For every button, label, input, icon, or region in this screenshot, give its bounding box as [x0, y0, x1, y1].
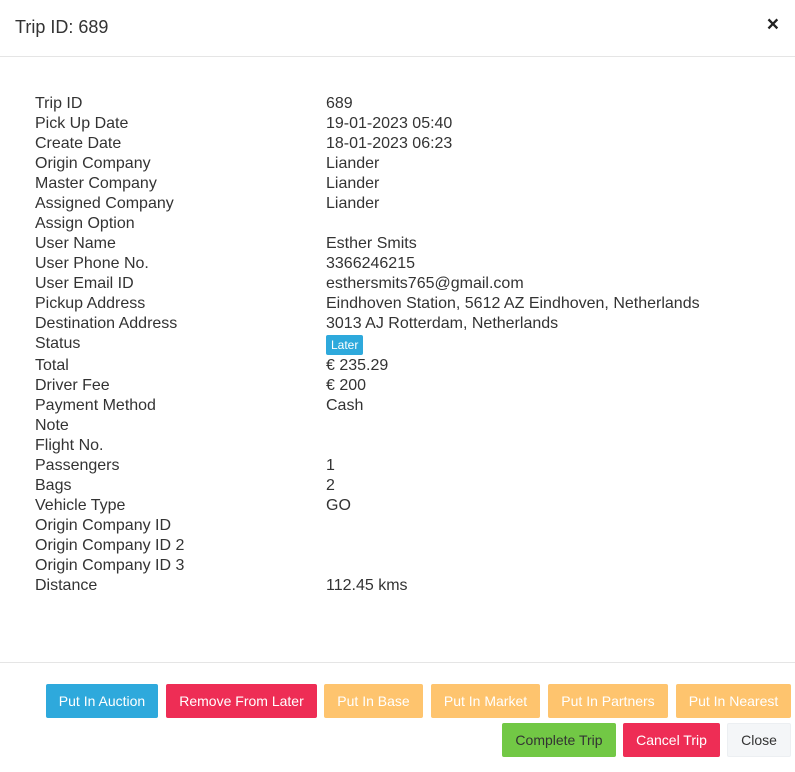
detail-label: Create Date [35, 135, 122, 152]
detail-value: 1 [326, 457, 335, 474]
detail-value: 19-01-2023 05:40 [326, 115, 453, 132]
detail-label: Passengers [35, 457, 120, 474]
detail-label: User Name [35, 235, 116, 252]
detail-value: € 235.29 [326, 357, 389, 374]
put-in-base-button[interactable]: Put In Base [324, 684, 423, 718]
complete-trip-button[interactable]: Complete Trip [502, 723, 616, 757]
detail-label: Note [35, 417, 69, 434]
detail-row-user-name: User Name Esther Smits [35, 234, 775, 254]
detail-row-pickup-address: Pickup Address Eindhoven Station, 5612 A… [35, 294, 775, 314]
remove-from-later-button[interactable]: Remove From Later [166, 684, 317, 718]
detail-label: Origin Company [35, 155, 151, 172]
detail-label: Flight No. [35, 437, 104, 454]
detail-label: Bags [35, 477, 72, 494]
detail-label: Origin Company ID [35, 517, 172, 534]
detail-label: Assign Option [35, 215, 135, 232]
detail-value: Eindhoven Station, 5612 AZ Eindhoven, Ne… [326, 295, 700, 312]
detail-row-vehicle-type: Vehicle Type GO [35, 496, 775, 516]
detail-value: 112.45 kms [326, 577, 408, 594]
detail-row-user-email: User Email ID esthersmits765@gmail.com [35, 274, 775, 294]
detail-label: Pick Up Date [35, 115, 129, 132]
detail-value: 3013 AJ Rotterdam, Netherlands [326, 315, 559, 332]
put-in-auction-button[interactable]: Put In Auction [46, 684, 158, 718]
detail-value: € 200 [326, 377, 367, 394]
detail-label: User Email ID [35, 275, 134, 292]
modal-title: Trip ID: 689 [15, 17, 109, 37]
detail-row-assign-option: Assign Option [35, 214, 775, 234]
detail-value: GO [326, 497, 351, 514]
detail-label: Vehicle Type [35, 497, 126, 514]
detail-value: Liander [326, 155, 380, 172]
detail-label: Total [35, 357, 69, 374]
detail-value: Esther Smits [326, 235, 417, 252]
close-icon[interactable]: × [767, 13, 779, 37]
detail-label: Status [35, 335, 81, 352]
detail-row-status: Status Later [35, 334, 775, 356]
detail-value: 689 [326, 95, 353, 112]
detail-row-origin-company: Origin Company Liander [35, 154, 775, 174]
trip-details-modal: Trip ID: 689 × Trip ID 689 Pick Up Date … [0, 0, 795, 772]
detail-label: Destination Address [35, 315, 178, 332]
detail-row-origin-company-id-2: Origin Company ID 2 [35, 536, 775, 556]
modal-header: Trip ID: 689 × [0, 0, 795, 57]
detail-row-pick-up-date: Pick Up Date 19-01-2023 05:40 [35, 114, 775, 134]
detail-label: Master Company [35, 175, 157, 192]
detail-label: Assigned Company [35, 195, 174, 212]
detail-row-user-phone: User Phone No. 3366246215 [35, 254, 775, 274]
detail-label: Origin Company ID 2 [35, 537, 185, 554]
detail-label: Driver Fee [35, 377, 110, 394]
detail-row-trip-id: Trip ID 689 [35, 94, 775, 114]
detail-value: Liander [326, 175, 380, 192]
detail-value: 18-01-2023 06:23 [326, 135, 453, 152]
detail-row-flight-no: Flight No. [35, 436, 775, 456]
detail-row-payment-method: Payment Method Cash [35, 396, 775, 416]
trip-details-list: Trip ID 689 Pick Up Date 19-01-2023 05:4… [35, 94, 775, 596]
detail-label: Distance [35, 577, 98, 594]
detail-label: User Phone No. [35, 255, 149, 272]
detail-row-total: Total € 235.29 [35, 356, 775, 376]
detail-value: Cash [326, 397, 364, 414]
detail-row-origin-company-id-3: Origin Company ID 3 [35, 556, 775, 576]
detail-value: Liander [326, 195, 380, 212]
detail-row-assigned-company: Assigned Company Liander [35, 194, 775, 214]
detail-row-create-date: Create Date 18-01-2023 06:23 [35, 134, 775, 154]
modal-footer: Put In Auction Remove From Later Put In … [0, 662, 795, 772]
detail-label: Payment Method [35, 397, 156, 414]
cancel-trip-button[interactable]: Cancel Trip [623, 723, 720, 757]
detail-row-bags: Bags 2 [35, 476, 775, 496]
detail-label: Trip ID [35, 95, 83, 112]
detail-row-note: Note [35, 416, 775, 436]
detail-label: Origin Company ID 3 [35, 557, 185, 574]
put-in-nearest-button[interactable]: Put In Nearest [676, 684, 791, 718]
put-in-partners-button[interactable]: Put In Partners [548, 684, 668, 718]
detail-row-distance: Distance 112.45 kms [35, 576, 775, 596]
detail-row-destination-address: Destination Address 3013 AJ Rotterdam, N… [35, 314, 775, 334]
detail-row-passengers: Passengers 1 [35, 456, 775, 476]
detail-row-origin-company-id: Origin Company ID [35, 516, 775, 536]
detail-value: 3366246215 [326, 255, 415, 272]
detail-label: Pickup Address [35, 295, 146, 312]
close-button[interactable]: Close [727, 723, 791, 757]
detail-row-driver-fee: Driver Fee € 200 [35, 376, 775, 396]
detail-value: 2 [326, 477, 335, 494]
put-in-market-button[interactable]: Put In Market [431, 684, 540, 718]
detail-row-master-company: Master Company Liander [35, 174, 775, 194]
status-badge: Later [326, 335, 364, 355]
detail-value: Later [326, 334, 364, 355]
detail-value: esthersmits765@gmail.com [326, 275, 524, 292]
